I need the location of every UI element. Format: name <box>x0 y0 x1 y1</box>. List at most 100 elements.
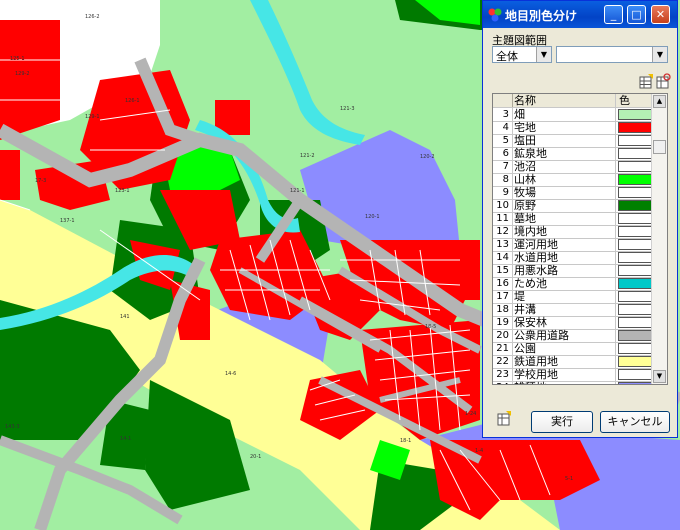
table-icon[interactable] <box>496 411 512 427</box>
category-color-table[interactable]: 名称 色 3 畑 4 宅地 5 塩田 6 鉱泉地 7 池沼 8 山林 9 牧場 10 原野 11 墓地 12 境内地 1… <box>492 93 668 385</box>
color-swatch-cell[interactable] <box>618 278 654 289</box>
color-swatch-cell[interactable] <box>618 356 654 367</box>
category-name-cell[interactable]: 学校用地 <box>512 368 616 381</box>
table-row[interactable]: 9 牧場 <box>493 186 655 200</box>
category-name-cell[interactable]: 池沼 <box>512 160 616 173</box>
table-row[interactable]: 24雑種地 <box>493 381 655 384</box>
color-swatch-cell[interactable] <box>618 122 654 133</box>
category-name-cell[interactable]: 山林 <box>512 173 616 186</box>
color-swatch-cell[interactable] <box>618 174 654 185</box>
category-name-cell[interactable]: 水道用地 <box>512 251 616 264</box>
category-name-cell[interactable]: 用悪水路 <box>512 264 616 277</box>
parcel-label: 121-3 <box>340 106 355 112</box>
table-row[interactable]: 22 鉄道用地 <box>493 355 655 369</box>
category-name-cell[interactable]: 運河用地 <box>512 238 616 251</box>
cancel-button[interactable]: キャンセル <box>600 411 670 433</box>
color-swatch-cell[interactable] <box>618 200 654 211</box>
category-name-cell[interactable]: 牧場 <box>512 186 616 199</box>
row-number: 23 <box>496 369 509 380</box>
table-row[interactable]: 18 井溝 <box>493 303 655 317</box>
table-row[interactable]: 12 境内地 <box>493 225 655 239</box>
table-row[interactable]: 3畑 <box>493 108 655 122</box>
vertical-scrollbar[interactable]: ▲ ▼ <box>651 94 667 384</box>
table-refresh-icon[interactable] <box>655 73 672 90</box>
color-swatch-cell[interactable] <box>618 265 654 276</box>
table-row[interactable]: 19 保安林 <box>493 316 655 330</box>
category-name-cell[interactable]: 雑種地 <box>512 381 616 384</box>
row-number: 14 <box>496 252 509 263</box>
table-row[interactable]: 16 ため池 <box>493 277 655 291</box>
dialog-title: 地目別色分け <box>505 9 578 23</box>
category-name-cell[interactable]: 墓地 <box>512 212 616 225</box>
category-name-cell[interactable]: 畑 <box>512 108 616 121</box>
category-name-cell[interactable]: 原野 <box>512 199 616 212</box>
color-swatch-cell[interactable] <box>618 330 654 341</box>
color-swatch-cell[interactable] <box>618 135 654 146</box>
category-name-cell[interactable]: 公衆用道路 <box>512 329 616 342</box>
color-swatch-cell[interactable] <box>618 161 654 172</box>
row-number: 19 <box>496 317 509 328</box>
scroll-thumb[interactable] <box>653 140 666 154</box>
row-number: 4 <box>502 122 509 133</box>
color-swatch-cell[interactable] <box>618 252 654 263</box>
minimize-button[interactable]: _ <box>604 5 623 24</box>
color-swatch-cell[interactable] <box>618 343 654 354</box>
table-row[interactable]: 5 塩田 <box>493 134 655 148</box>
parcel-label: 1-24 <box>465 411 476 417</box>
maximize-button[interactable]: □ <box>627 5 646 24</box>
table-row[interactable]: 17 堤 <box>493 290 655 304</box>
table-row[interactable]: 20 公衆用道路 <box>493 329 655 343</box>
table-row[interactable]: 10 原野 <box>493 199 655 213</box>
category-name-cell[interactable]: 公園 <box>512 342 616 355</box>
color-swatch-cell[interactable] <box>618 291 654 302</box>
table-edit-icon[interactable] <box>638 73 655 90</box>
color-swatch-cell[interactable] <box>618 369 654 380</box>
color-swatch-cell[interactable] <box>618 317 654 328</box>
row-number: 6 <box>502 148 509 159</box>
table-row[interactable]: 7 池沼 <box>493 160 655 174</box>
table-row[interactable]: 23 学校用地 <box>493 368 655 382</box>
category-name-cell[interactable]: ため池 <box>512 277 616 290</box>
run-button[interactable]: 実行 <box>531 411 593 433</box>
color-swatch-cell[interactable] <box>618 239 654 250</box>
table-row[interactable]: 21 公園 <box>493 342 655 356</box>
palette-icon <box>488 8 502 22</box>
row-number: 8 <box>502 174 509 185</box>
table-row[interactable]: 13 運河用地 <box>493 238 655 252</box>
color-swatch-cell[interactable] <box>618 382 654 384</box>
table-row[interactable]: 11 墓地 <box>493 212 655 226</box>
table-row[interactable]: 6 鉱泉地 <box>493 147 655 161</box>
category-name-cell[interactable]: 井溝 <box>512 303 616 316</box>
category-name-cell[interactable]: 鉄道用地 <box>512 355 616 368</box>
color-swatch-cell[interactable] <box>618 226 654 237</box>
column-header-name[interactable]: 名称 <box>512 94 616 107</box>
color-swatch-cell[interactable] <box>618 109 654 120</box>
table-row[interactable]: 4 宅地 <box>493 121 655 135</box>
color-swatch-cell[interactable] <box>618 148 654 159</box>
scroll-up-button[interactable]: ▲ <box>653 95 666 108</box>
table-row[interactable]: 14 水道用地 <box>493 251 655 265</box>
table-row[interactable]: 15 用悪水路 <box>493 264 655 278</box>
column-header-color[interactable]: 色 <box>619 94 630 107</box>
target-dropdown[interactable]: ▼ <box>556 46 668 63</box>
table-row[interactable]: 8 山林 <box>493 173 655 187</box>
title-bar[interactable]: 地目別色分け _ □ ✕ <box>483 1 677 28</box>
scope-dropdown[interactable]: 全体 ▼ <box>492 46 552 63</box>
scroll-down-button[interactable]: ▼ <box>653 370 666 383</box>
category-name-cell[interactable]: 鉱泉地 <box>512 147 616 160</box>
chevron-down-icon[interactable]: ▼ <box>536 47 551 62</box>
category-name-cell[interactable]: 堤 <box>512 290 616 303</box>
parcel-label: 121-2 <box>300 153 315 159</box>
color-swatch-cell[interactable] <box>618 213 654 224</box>
category-name-cell[interactable]: 境内地 <box>512 225 616 238</box>
chevron-down-icon[interactable]: ▼ <box>652 47 667 62</box>
category-name-cell[interactable]: 塩田 <box>512 134 616 147</box>
table-header: 名称 色 <box>493 94 655 108</box>
land-category-color-dialog[interactable]: 地目別色分け _ □ ✕ 主題図範囲 全体 ▼ ▼ 名称 色 3 畑 4 宅地 5 塩田 6… <box>482 0 678 438</box>
color-swatch-cell[interactable] <box>618 187 654 198</box>
category-name-cell[interactable]: 宅地 <box>512 121 616 134</box>
row-number: 12 <box>496 226 509 237</box>
close-button[interactable]: ✕ <box>651 5 670 24</box>
color-swatch-cell[interactable] <box>618 304 654 315</box>
category-name-cell[interactable]: 保安林 <box>512 316 616 329</box>
